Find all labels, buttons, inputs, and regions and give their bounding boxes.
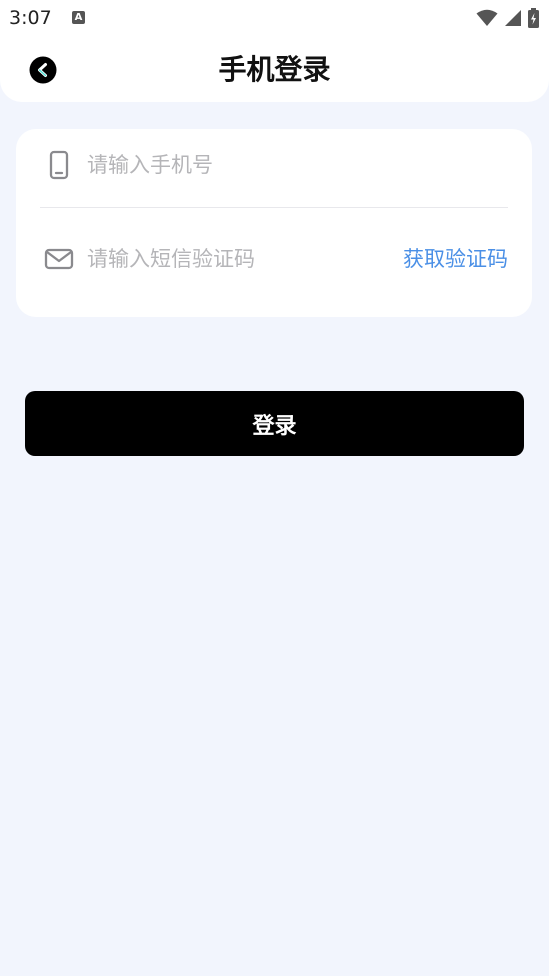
get-code-button[interactable]: 获取验证码 <box>403 244 508 274</box>
page-title: 手机登录 <box>218 53 331 86</box>
status-icons <box>476 8 539 28</box>
mail-icon <box>44 248 74 270</box>
login-button[interactable]: 登录 <box>25 391 524 456</box>
divider <box>40 207 508 208</box>
phone-input[interactable] <box>87 147 487 183</box>
wifi-icon <box>476 9 498 26</box>
status-bar: 3:07 A <box>0 0 549 36</box>
signal-icon <box>505 10 521 26</box>
phone-icon <box>49 150 69 180</box>
status-time: 3:07 <box>9 7 52 29</box>
login-form-card: 获取验证码 <box>16 129 532 317</box>
battery-charging-icon <box>528 8 539 28</box>
text-a-icon: A <box>72 11 85 24</box>
phone-row <box>40 135 508 195</box>
code-row: 获取验证码 <box>40 229 508 289</box>
sms-code-input[interactable] <box>87 241 387 277</box>
header: 手机登录 <box>0 36 549 102</box>
